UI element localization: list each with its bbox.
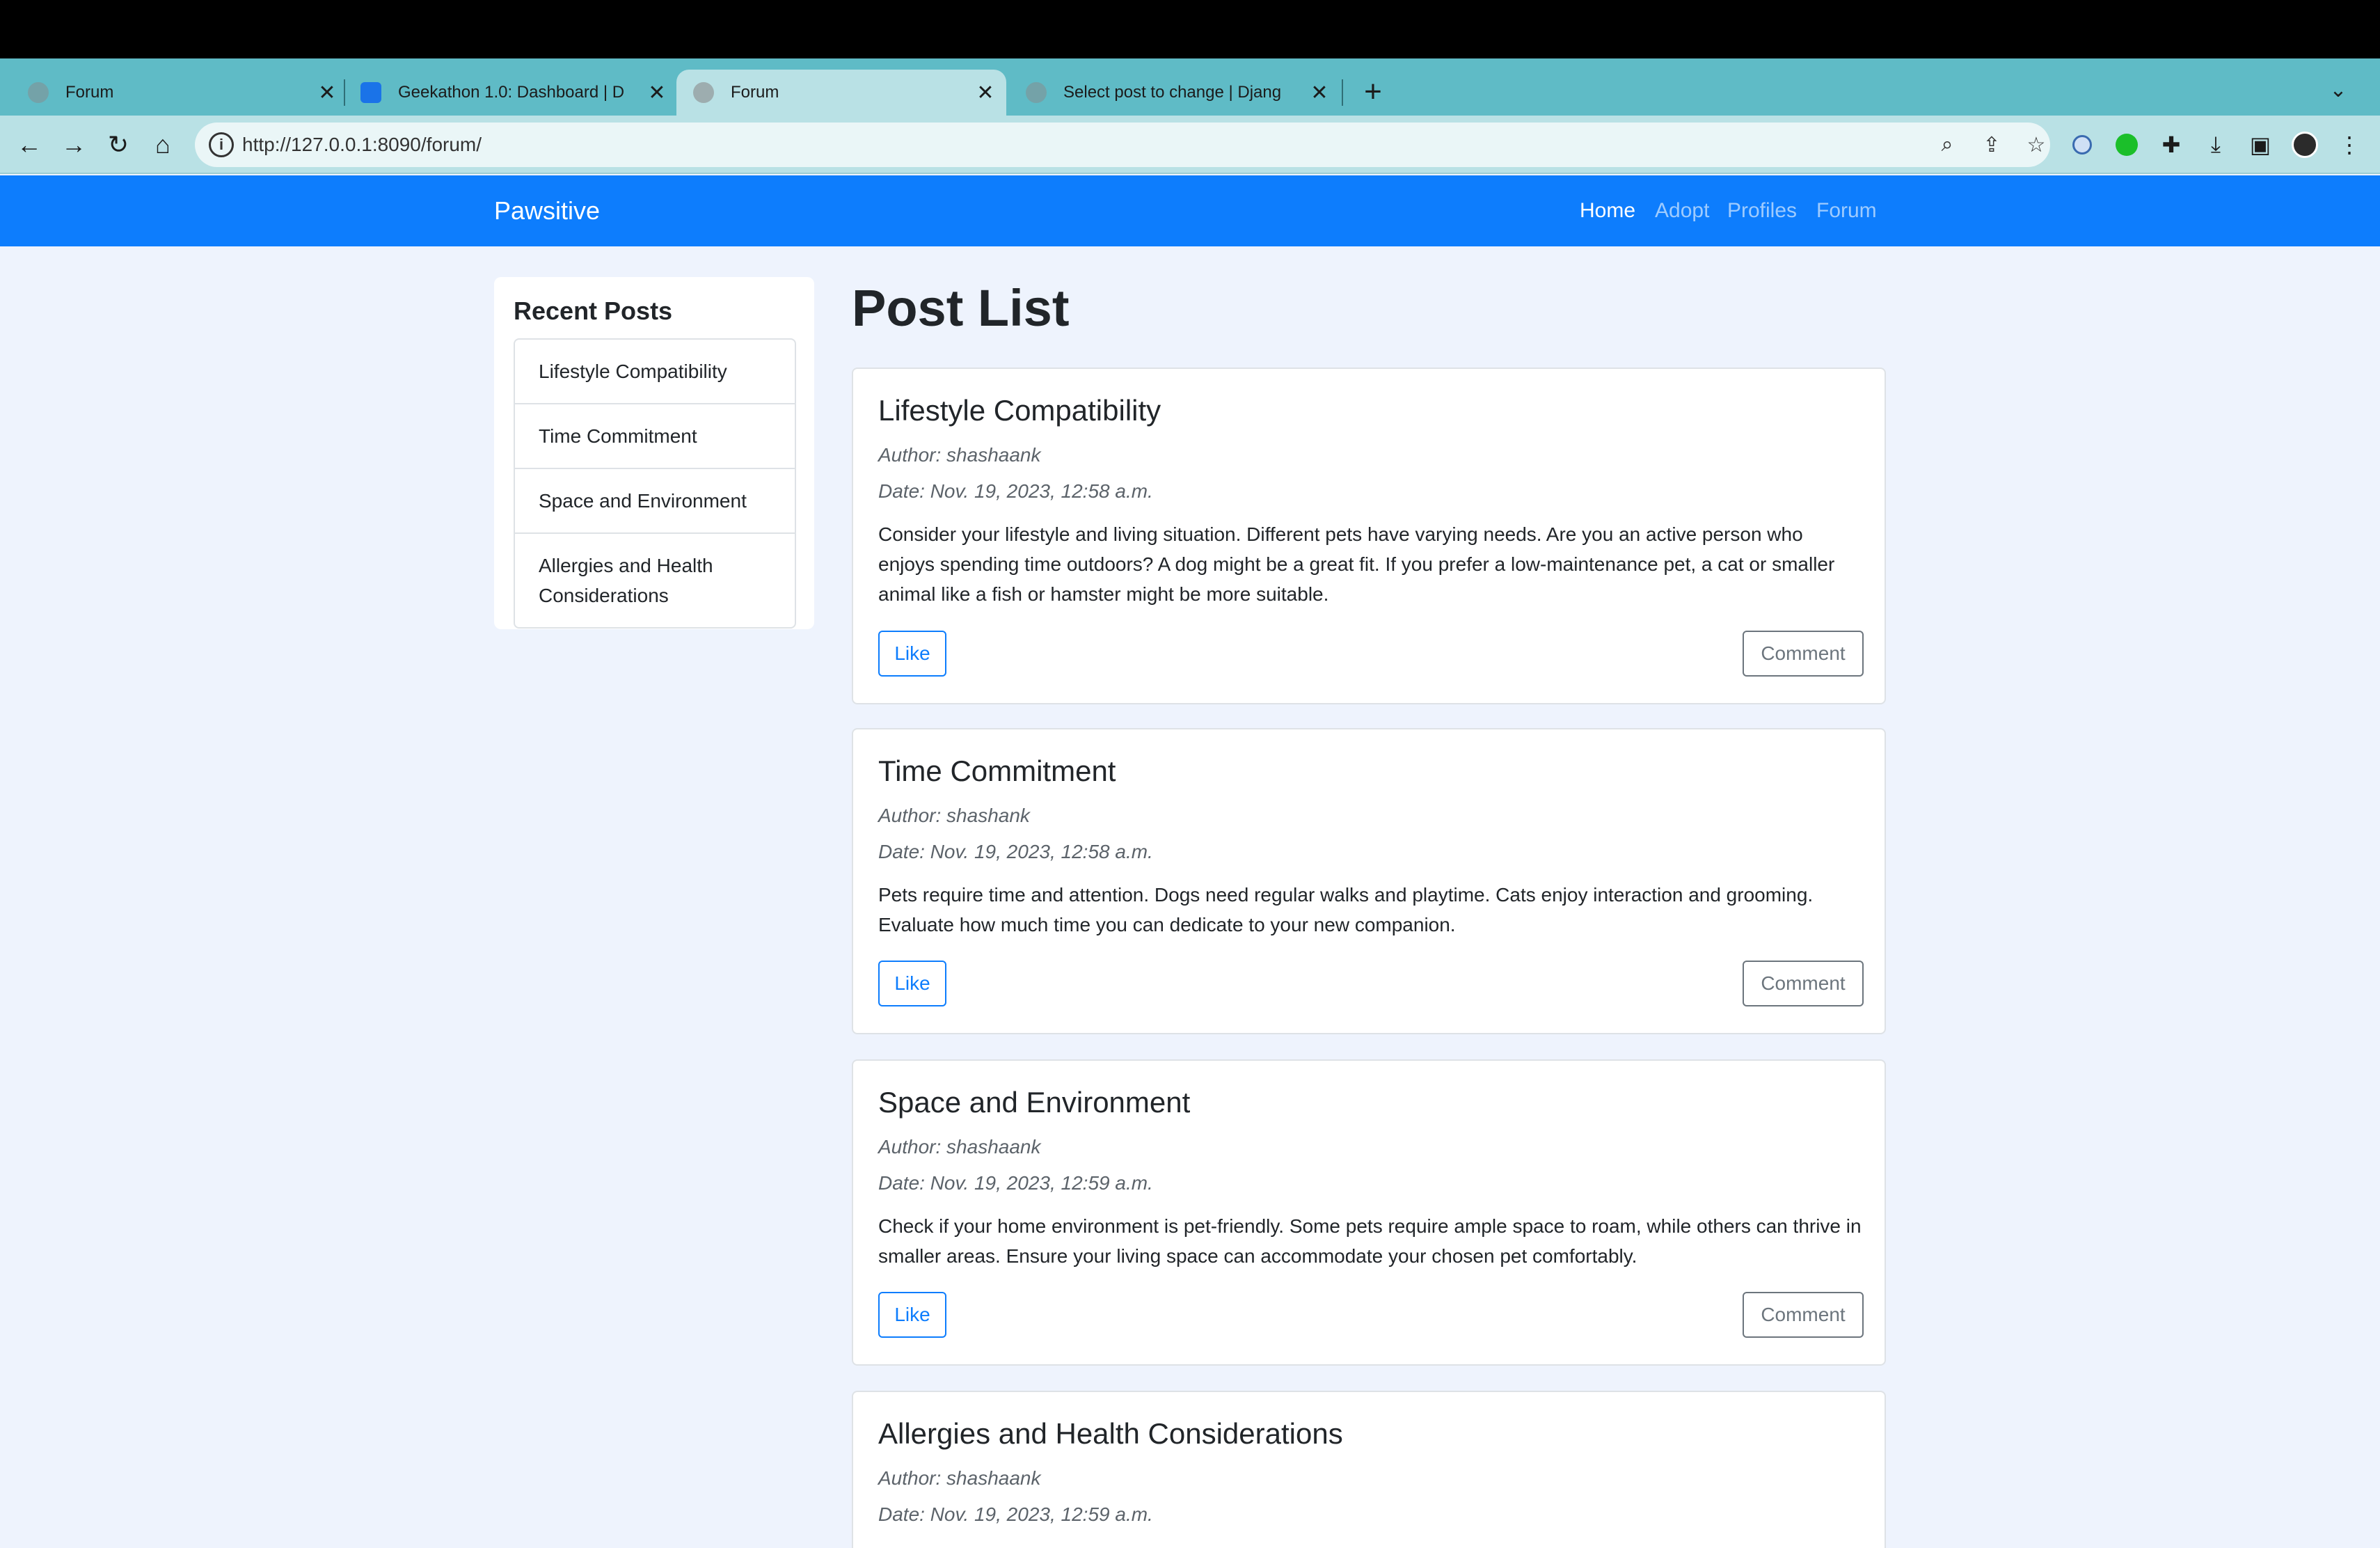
tab-title: Geekathon 1.0: Dashboard | D: [398, 83, 625, 102]
tab-strip: Forum ✕ Geekathon 1.0: Dashboard | D ✕ F…: [0, 58, 2380, 116]
site-navbar: Pawsitive Home Adopt Profiles Forum: [0, 175, 2380, 246]
devfolio-icon: [360, 82, 381, 103]
download-icon[interactable]: ⤓: [2200, 129, 2231, 160]
post-card: Time Commitment Author: shashank Date: N…: [852, 728, 1886, 1034]
star-icon[interactable]: ☆: [2021, 129, 2052, 160]
post-author: Author: shashaank: [878, 1467, 1041, 1489]
post-title: Lifestyle Compatibility: [878, 394, 1161, 427]
chevron-down-icon[interactable]: ⌄: [2324, 78, 2352, 106]
tab-forum-1[interactable]: Forum ✕: [28, 70, 340, 116]
green-extension-icon[interactable]: [2111, 129, 2142, 160]
home-icon[interactable]: ⌂: [146, 128, 180, 161]
puzzle-icon[interactable]: ✚: [2156, 129, 2187, 160]
avatar[interactable]: [2290, 129, 2320, 160]
close-icon[interactable]: ✕: [315, 80, 340, 105]
back-arrow-icon[interactable]: ←: [13, 128, 46, 161]
post-title: Space and Environment: [878, 1086, 1191, 1119]
post-card: Lifestyle Compatibility Author: shashaan…: [852, 368, 1886, 704]
close-icon[interactable]: ✕: [1307, 80, 1332, 105]
browser-toolbar: ← → ↻ ⌂ i http://127.0.0.1:8090/forum/ ⌕…: [0, 116, 2380, 174]
post-content: Consider your lifestyle and living situa…: [878, 523, 1835, 605]
post-date: Date: Nov. 19, 2023, 12:58 a.m.: [878, 480, 1153, 502]
address-bar[interactable]: i http://127.0.0.1:8090/forum/ ⌕ ⇪ ☆: [195, 123, 2050, 167]
post-title: Allergies and Health Considerations: [878, 1417, 1343, 1450]
forward-arrow-icon[interactable]: →: [57, 128, 90, 161]
reload-icon[interactable]: ↻: [102, 128, 135, 161]
tab-separator: [344, 79, 345, 106]
page-title: Post List: [852, 279, 1070, 337]
new-tab-button[interactable]: +: [1357, 77, 1389, 109]
post-content: Pets require time and attention. Dogs ne…: [878, 884, 1814, 935]
share-icon[interactable]: ⇪: [1976, 129, 2007, 160]
recent-post-item[interactable]: Time Commitment: [515, 404, 795, 469]
close-icon[interactable]: ✕: [644, 80, 669, 105]
recent-posts-sidebar: Recent Posts Lifestyle Compatibility Tim…: [494, 277, 814, 629]
comment-button[interactable]: Comment: [1743, 961, 1864, 1006]
tab-title: Forum: [65, 83, 114, 102]
globe-icon: [693, 82, 714, 103]
tab-django-admin[interactable]: Select post to change | Djang ✕: [1026, 70, 1332, 116]
like-button[interactable]: Like: [878, 631, 946, 677]
extension-icon[interactable]: [2067, 129, 2097, 160]
post-date: Date: Nov. 19, 2023, 12:59 a.m.: [878, 1503, 1153, 1525]
post-date: Date: Nov. 19, 2023, 12:59 a.m.: [878, 1172, 1153, 1194]
recent-posts-list: Lifestyle Compatibility Time Commitment …: [514, 338, 796, 629]
side-panel-icon[interactable]: ▣: [2245, 129, 2276, 160]
recent-post-item[interactable]: Lifestyle Compatibility: [515, 340, 795, 404]
post-author: Author: shashaank: [878, 444, 1041, 466]
recent-post-item[interactable]: Allergies and Health Considerations: [515, 534, 795, 627]
tab-title: Select post to change | Djang: [1063, 83, 1282, 102]
post-card: Space and Environment Author: shashaank …: [852, 1059, 1886, 1366]
close-icon[interactable]: ✕: [973, 80, 998, 105]
info-icon[interactable]: i: [209, 132, 234, 157]
like-button[interactable]: Like: [878, 1292, 946, 1338]
url-text[interactable]: http://127.0.0.1:8090/forum/: [242, 134, 482, 156]
post-content: Check if your home environment is pet-fr…: [878, 1215, 1862, 1267]
tab-geekathon[interactable]: Geekathon 1.0: Dashboard | D ✕: [360, 70, 669, 116]
kebab-menu-icon[interactable]: ⋮: [2334, 129, 2365, 160]
post-card: Allergies and Health Considerations Auth…: [852, 1391, 1886, 1548]
post-title: Time Commitment: [878, 755, 1116, 787]
comment-button[interactable]: Comment: [1743, 1292, 1864, 1338]
post-author: Author: shashaank: [878, 1136, 1041, 1158]
nav-forum[interactable]: Forum: [1816, 199, 1877, 223]
tab-title: Forum: [731, 83, 779, 102]
tab-separator: [1342, 79, 1343, 106]
recent-post-item[interactable]: Space and Environment: [515, 469, 795, 534]
comment-button[interactable]: Comment: [1743, 631, 1864, 677]
globe-icon: [1026, 82, 1047, 103]
nav-home[interactable]: Home: [1580, 199, 1635, 223]
tab-forum-active[interactable]: Forum ✕: [676, 70, 1006, 116]
nav-adopt[interactable]: Adopt: [1655, 199, 1709, 223]
sidebar-heading: Recent Posts: [514, 297, 673, 325]
zoom-icon[interactable]: ⌕: [1932, 129, 1962, 160]
nav-profiles[interactable]: Profiles: [1727, 199, 1797, 223]
post-date: Date: Nov. 19, 2023, 12:58 a.m.: [878, 841, 1153, 862]
post-author: Author: shashank: [878, 805, 1030, 826]
os-top-bar: [0, 0, 2380, 58]
like-button[interactable]: Like: [878, 961, 946, 1006]
brand-logo[interactable]: Pawsitive: [494, 196, 600, 226]
globe-icon: [28, 82, 49, 103]
